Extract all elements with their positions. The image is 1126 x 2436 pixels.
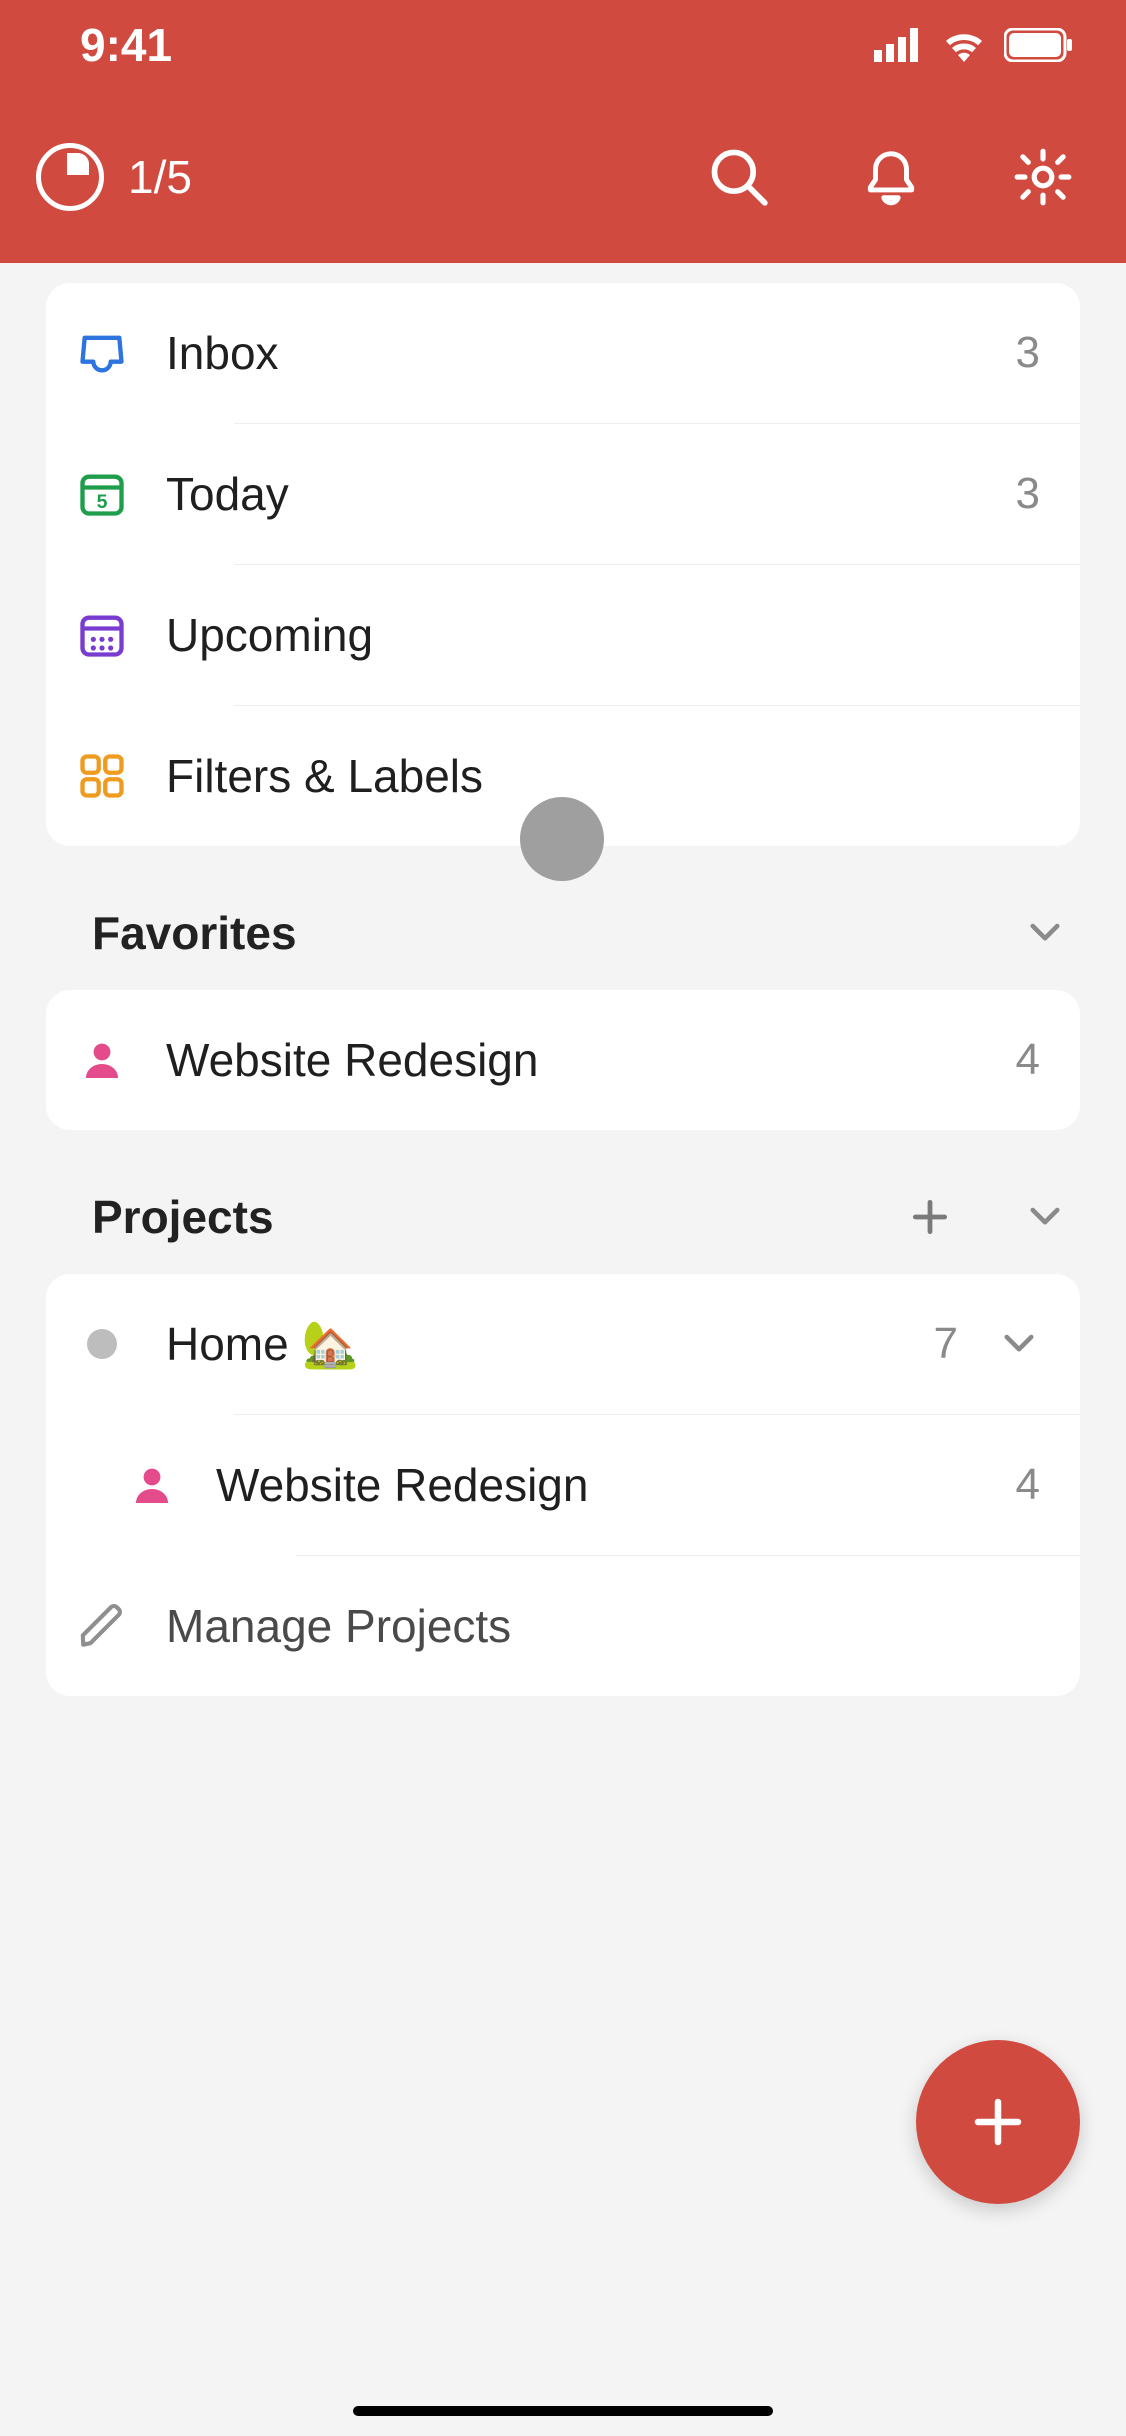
- view-inbox[interactable]: Inbox 3: [46, 283, 1080, 423]
- favorite-count: 4: [1016, 1035, 1040, 1085]
- person-icon: [124, 1457, 180, 1513]
- status-time: 9:41: [80, 18, 172, 72]
- touch-indicator: [520, 797, 604, 881]
- section-projects-header[interactable]: Projects: [0, 1130, 1126, 1274]
- calendar-today-icon: 5: [74, 466, 130, 522]
- view-label: Filters & Labels: [166, 749, 1040, 803]
- battery-icon: [1004, 28, 1074, 62]
- project-website-redesign[interactable]: Website Redesign 4: [46, 1415, 1080, 1555]
- favorite-label: Website Redesign: [166, 1033, 1016, 1087]
- view-label: Upcoming: [166, 608, 1040, 662]
- favorites-card: Website Redesign 4: [46, 990, 1080, 1130]
- svg-text:5: 5: [97, 491, 108, 513]
- progress-text: 1/5: [128, 150, 192, 204]
- toolbar: 1/5: [0, 90, 1126, 263]
- favorite-website-redesign[interactable]: Website Redesign 4: [46, 990, 1080, 1130]
- project-home[interactable]: Home 🏡 7: [46, 1274, 1080, 1414]
- status-icons: [874, 28, 1074, 62]
- section-title: Projects: [92, 1190, 274, 1244]
- app-header: 9:41 1/5: [0, 0, 1126, 263]
- search-button[interactable]: [708, 146, 770, 208]
- view-count: 3: [1016, 469, 1040, 519]
- views-card: Inbox 3 5 Today 3 Upcoming Filters & Lab…: [46, 283, 1080, 846]
- manage-projects[interactable]: Manage Projects: [46, 1556, 1080, 1696]
- settings-button[interactable]: [1012, 146, 1074, 208]
- section-title: Favorites: [92, 906, 297, 960]
- grid-icon: [74, 748, 130, 804]
- view-upcoming[interactable]: Upcoming: [46, 565, 1080, 705]
- bell-icon: [860, 146, 922, 208]
- notifications-button[interactable]: [860, 146, 922, 208]
- home-indicator[interactable]: [353, 2406, 773, 2416]
- progress-circle-icon: [36, 143, 104, 211]
- view-count: 3: [1016, 328, 1040, 378]
- search-icon: [708, 146, 770, 208]
- calendar-upcoming-icon: [74, 607, 130, 663]
- add-task-fab[interactable]: [916, 2040, 1080, 2204]
- view-label: Today: [166, 467, 1016, 521]
- status-bar: 9:41: [0, 0, 1126, 90]
- project-count: 4: [1016, 1460, 1040, 1510]
- project-color-dot: [74, 1316, 130, 1372]
- inbox-icon: [74, 325, 130, 381]
- view-today[interactable]: 5 Today 3: [46, 424, 1080, 564]
- project-label: Website Redesign: [216, 1458, 1016, 1512]
- wifi-icon: [940, 28, 988, 62]
- projects-card: Home 🏡 7 Website Redesign 4 Manage Proje…: [46, 1274, 1080, 1696]
- chevron-down-icon[interactable]: [998, 1323, 1040, 1365]
- chevron-down-icon[interactable]: [1024, 1196, 1066, 1238]
- pencil-icon: [74, 1598, 130, 1654]
- view-label: Inbox: [166, 326, 1016, 380]
- manage-label: Manage Projects: [166, 1599, 1040, 1653]
- add-project-button[interactable]: [908, 1195, 952, 1239]
- person-icon: [74, 1032, 130, 1088]
- project-label: Home 🏡: [166, 1317, 934, 1372]
- chevron-down-icon[interactable]: [1024, 912, 1066, 954]
- plus-icon: [968, 2092, 1028, 2152]
- cellular-icon: [874, 28, 924, 62]
- project-count: 7: [934, 1319, 958, 1369]
- gear-icon: [1012, 146, 1074, 208]
- productivity-button[interactable]: 1/5: [36, 143, 192, 211]
